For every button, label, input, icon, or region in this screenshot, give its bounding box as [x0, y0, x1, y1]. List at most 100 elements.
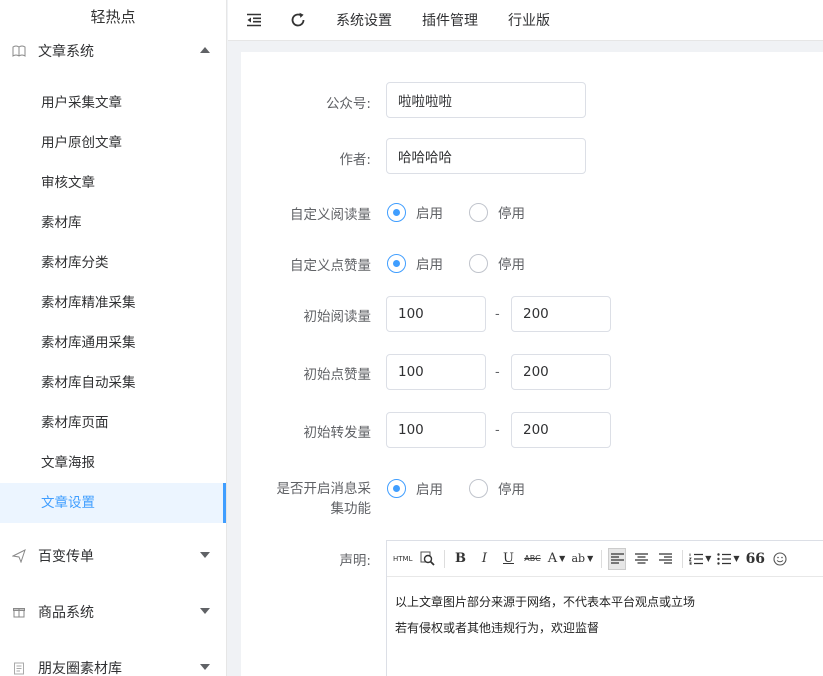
menu-group-moments[interactable]: 朋友圈素材库	[0, 651, 226, 676]
sidebar-item-library-page[interactable]: 素材库页面	[0, 403, 226, 443]
align-center-button[interactable]	[632, 548, 650, 570]
menu-group-label: 商品系统	[38, 605, 94, 621]
document-icon	[12, 661, 26, 675]
toolbar-divider	[444, 549, 446, 568]
init-share-max-input[interactable]	[511, 412, 611, 448]
init-share-label: 初始转发量	[303, 425, 372, 441]
quote-icon: 66	[745, 550, 766, 567]
init-share-min-input[interactable]	[386, 412, 486, 448]
custom-read-disable-radio[interactable]: 停用	[469, 202, 525, 222]
align-right-button[interactable]	[656, 548, 674, 570]
range-separator: -	[495, 365, 500, 380]
menu-group-label: 文章系统	[38, 44, 94, 60]
ordered-list-icon	[689, 553, 704, 565]
menu-fold-icon[interactable]	[244, 10, 264, 30]
init-like-label: 初始点赞量	[303, 367, 372, 383]
menu-group-label: 朋友圈素材库	[38, 661, 122, 676]
app-logo: 轻热点	[90, 8, 136, 26]
sidebar-item-library-auto[interactable]: 素材库自动采集	[0, 363, 226, 403]
custom-read-label: 自定义阅读量	[290, 207, 371, 223]
highlight-button[interactable]: ab ▼	[571, 548, 593, 570]
statement-line: 以上文章图片部分来源于网络，不代表本平台观点或立场	[395, 595, 696, 609]
strikethrough-button[interactable]: ABC	[523, 548, 541, 570]
sidebar: 轻热点 文章系统 用户采集文章 用户原创文章 审核文章 素材库 素材库分类 素材…	[0, 0, 227, 676]
msg-collect-label: 是否开启消息采 集功能	[241, 479, 372, 519]
ordered-list-button[interactable]: ▼	[689, 548, 711, 570]
radio-label: 停用	[498, 482, 525, 498]
font-color-button[interactable]: A ▼	[547, 548, 566, 570]
chevron-down-icon	[200, 552, 210, 558]
msg-collect-enable-radio[interactable]: 启用	[387, 478, 443, 498]
custom-like-disable-radio[interactable]: 停用	[469, 253, 525, 273]
underline-button[interactable]: U	[499, 548, 517, 570]
sidebar-item-library[interactable]: 素材库	[0, 203, 226, 243]
toolbar-divider	[601, 549, 603, 568]
editor-content[interactable]: 以上文章图片部分来源于网络，不代表本平台观点或立场 若有侵权或者其他违规行为，欢…	[387, 577, 823, 653]
caret-down-icon: ▼	[587, 554, 594, 563]
sidebar-item-review[interactable]: 审核文章	[0, 163, 226, 203]
html-source-button[interactable]: HTML	[393, 548, 412, 570]
toolbar-divider	[682, 549, 684, 568]
sidebar-item-poster[interactable]: 文章海报	[0, 443, 226, 483]
sidebar-item-article-settings[interactable]: 文章设置	[0, 483, 226, 523]
radio-label: 启用	[416, 482, 443, 498]
radio-circle	[387, 202, 406, 222]
chevron-down-icon	[200, 664, 210, 670]
sidebar-item-library-precise[interactable]: 素材库精准采集	[0, 283, 226, 323]
init-read-max-input[interactable]	[511, 296, 611, 332]
author-input[interactable]	[386, 138, 586, 174]
gift-icon	[12, 605, 26, 619]
msg-collect-disable-radio[interactable]: 停用	[469, 478, 525, 498]
quote-button[interactable]: 66	[746, 548, 765, 570]
send-icon	[12, 549, 26, 563]
refresh-icon[interactable]	[288, 10, 308, 30]
emoji-button[interactable]	[771, 548, 789, 570]
top-header: 系统设置 插件管理 行业版	[228, 0, 823, 41]
menu-group-goods[interactable]: 商品系统	[0, 595, 226, 629]
sidebar-item-library-category[interactable]: 素材库分类	[0, 243, 226, 283]
nav-plugin-management[interactable]: 插件管理	[422, 10, 478, 30]
radio-circle	[387, 478, 406, 498]
bullet-list-button[interactable]: ▼	[717, 548, 740, 570]
caret-down-icon: ▼	[559, 554, 566, 563]
bold-button[interactable]: B	[451, 548, 469, 570]
nav-system-settings[interactable]: 系统设置	[336, 10, 392, 30]
menu-group-label: 百变传单	[38, 549, 94, 565]
sidebar-item-user-collected[interactable]: 用户采集文章	[0, 83, 226, 123]
smiley-icon	[773, 551, 787, 566]
sidebar-item-user-original[interactable]: 用户原创文章	[0, 123, 226, 163]
menu-group-article-system[interactable]: 文章系统	[0, 34, 226, 68]
radio-label: 启用	[416, 257, 443, 273]
preview-button[interactable]	[418, 548, 436, 570]
chevron-down-icon	[200, 608, 210, 614]
align-left-button[interactable]	[608, 547, 627, 570]
radio-label: 停用	[498, 206, 525, 222]
radio-label: 启用	[416, 206, 443, 222]
msg-collect-label-line1: 是否开启消息采	[276, 481, 372, 497]
chevron-up-icon	[200, 47, 210, 53]
init-like-min-input[interactable]	[386, 354, 486, 390]
init-read-label: 初始阅读量	[303, 309, 372, 325]
custom-like-enable-radio[interactable]: 启用	[387, 253, 443, 273]
sidebar-item-library-general[interactable]: 素材库通用采集	[0, 323, 226, 363]
caret-down-icon: ▼	[733, 554, 740, 563]
settings-panel: 公众号: 作者: 自定义阅读量 启用 停用 自定义点赞量 启用 停用 初始阅读量…	[241, 52, 823, 676]
init-read-min-input[interactable]	[386, 296, 486, 332]
nav-industry-edition[interactable]: 行业版	[508, 10, 550, 30]
msg-collect-label-line2: 集功能	[330, 501, 372, 517]
highlight-label: ab	[571, 552, 586, 565]
align-center-icon	[634, 552, 648, 564]
account-label: 公众号:	[325, 96, 371, 112]
radio-circle	[469, 202, 488, 222]
custom-read-enable-radio[interactable]: 启用	[387, 202, 443, 222]
bullet-list-icon	[717, 552, 732, 565]
italic-button[interactable]: I	[475, 548, 493, 570]
init-like-max-input[interactable]	[511, 354, 611, 390]
radio-label: 停用	[498, 257, 525, 273]
author-label: 作者:	[339, 152, 371, 168]
editor-toolbar: HTML B I U ABC A ▼ ab ▼ ▼ ▼ 66	[387, 541, 823, 577]
rich-text-editor: HTML B I U ABC A ▼ ab ▼ ▼ ▼ 66 以上文章图片部分来…	[386, 540, 823, 676]
account-input[interactable]	[386, 82, 586, 118]
align-left-icon	[610, 552, 624, 564]
menu-group-flyer[interactable]: 百变传单	[0, 539, 226, 573]
